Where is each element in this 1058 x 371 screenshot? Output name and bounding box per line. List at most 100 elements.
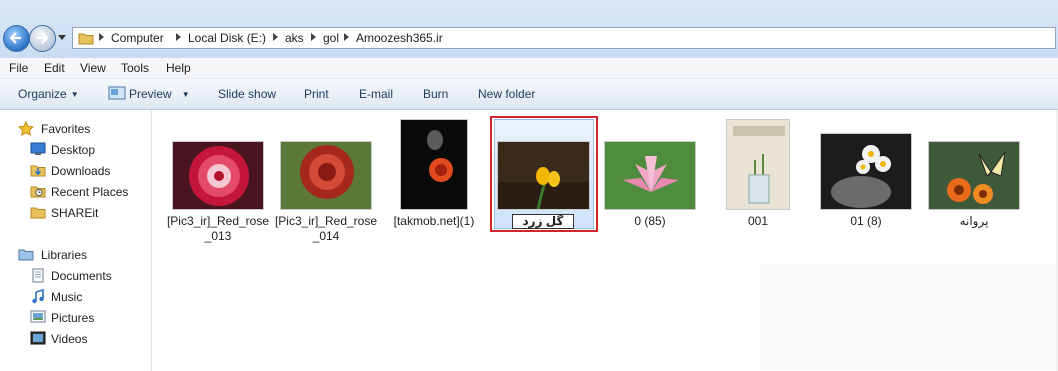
forward-button[interactable] [29, 25, 56, 52]
preview-icon [108, 86, 126, 100]
crumb-gol[interactable]: gol [323, 31, 339, 45]
image-thumbnail [604, 141, 696, 210]
menu-edit[interactable]: Edit [44, 61, 65, 75]
forward-arrow-icon [37, 32, 49, 44]
chevron-right-icon[interactable] [99, 33, 104, 41]
blank-overlay-area [760, 264, 1056, 370]
recent-places-icon [30, 186, 46, 198]
videos-icon [30, 331, 46, 345]
downloads-folder-icon [30, 165, 46, 177]
address-field[interactable]: Computer Local Disk (E:) aks gol Amoozes… [72, 27, 1056, 49]
red-rose-thumbnail-image [173, 142, 263, 209]
back-arrow-icon [9, 32, 21, 44]
red-rose-thumbnail-image [281, 142, 371, 209]
documents-icon [32, 268, 44, 283]
libraries-label: Libraries [41, 248, 88, 262]
file-item[interactable]: [Pic3_ir]_Red_rose_014 [272, 110, 380, 260]
sidebar-item-desktop[interactable]: Desktop [0, 141, 150, 159]
chevron-right-icon[interactable] [273, 33, 278, 41]
new-folder-button[interactable]: New folder [478, 87, 535, 101]
file-name: 01 (8) [850, 214, 882, 228]
sidebar-item-label: Music [51, 290, 83, 304]
sidebar-item-label: Videos [51, 332, 88, 346]
burn-button[interactable]: Burn [423, 87, 448, 101]
address-bar-region: Computer Local Disk (E:) aks gol Amoozes… [0, 0, 1058, 58]
sidebar-item-shareit[interactable]: SHAREit [0, 204, 150, 222]
print-button[interactable]: Print [304, 87, 329, 101]
butterfly-thumbnail-image [929, 142, 1019, 209]
image-thumbnail [820, 133, 912, 210]
image-thumbnail [172, 141, 264, 210]
vase-thumbnail-image [727, 120, 789, 209]
crumb-aks[interactable]: aks [285, 31, 304, 45]
preview-label: Preview [129, 87, 172, 101]
command-bar: Organize ▼ Preview ▼ Slide show Print E-ma… [0, 79, 1058, 110]
slideshow-button[interactable]: Slide show [218, 87, 276, 101]
image-thumbnail [497, 141, 590, 210]
dropdown-arrow-icon: ▼ [181, 90, 190, 99]
music-icon [32, 289, 44, 304]
file-item[interactable]: [Pic3_ir]_Red_rose_013 [164, 110, 272, 260]
sidebar-item-recent-places[interactable]: Recent Places [0, 183, 150, 201]
file-name: [Pic3_ir]_Red_rose_014 [274, 214, 378, 243]
file-name: پروانه [959, 214, 989, 228]
sidebar-item-label: Recent Places [51, 185, 129, 199]
favorites-label: Favorites [41, 122, 91, 136]
dropdown-arrow-icon: ▼ [70, 90, 79, 99]
daisies-thumbnail-image [821, 134, 911, 209]
menu-tools[interactable]: Tools [121, 61, 149, 75]
image-thumbnail [400, 119, 468, 210]
menu-bar: File Edit View Tools Help [0, 58, 1058, 79]
file-name: 001 [747, 214, 769, 228]
file-item-selected[interactable] [490, 110, 598, 260]
preview-button[interactable]: Preview ▼ [129, 87, 190, 101]
libraries-icon [18, 249, 34, 261]
sidebar-item-downloads[interactable]: Downloads [0, 162, 150, 180]
recent-pages-dropdown-icon[interactable] [58, 35, 66, 40]
desktop-icon [30, 142, 46, 155]
rename-input[interactable]: گل زرد [512, 214, 574, 229]
sidebar-item-label: Downloads [51, 164, 111, 178]
yellow-tulip-thumbnail-image [498, 142, 589, 209]
file-name: 0 (85) [634, 214, 666, 228]
sidebar-item-label: Pictures [51, 311, 95, 325]
file-item[interactable]: پروانه [920, 110, 1028, 260]
folder-icon [30, 207, 46, 219]
email-button[interactable]: E-mail [359, 87, 393, 101]
organize-button[interactable]: Organize ▼ [18, 87, 79, 101]
nav-favorites[interactable]: Favorites [0, 120, 150, 138]
file-name: [Pic3_ir]_Red_rose_013 [166, 214, 270, 243]
chevron-right-icon[interactable] [344, 33, 349, 41]
chevron-right-icon[interactable] [311, 33, 316, 41]
back-button[interactable] [3, 25, 30, 52]
sidebar-item-label: SHAREit [51, 206, 99, 220]
file-name: [takmob.net](1) [393, 214, 475, 228]
pictures-icon [30, 310, 46, 323]
folder-icon [78, 33, 94, 45]
menu-help[interactable]: Help [166, 61, 191, 75]
image-thumbnail [280, 141, 372, 210]
dark-rose-thumbnail-image [401, 120, 467, 209]
file-item[interactable]: [takmob.net](1) [380, 110, 488, 260]
star-icon [18, 121, 34, 136]
file-list: [Pic3_ir]_Red_rose_013 [Pic3_ir]_Red_ros… [152, 110, 1058, 371]
crumb-computer[interactable]: Computer [111, 31, 164, 45]
sidebar-item-pictures[interactable]: Pictures [0, 309, 150, 327]
lotus-thumbnail-image [605, 142, 695, 209]
chevron-right-icon[interactable] [176, 33, 181, 41]
crumb-amoozesh[interactable]: Amoozesh365.ir [356, 31, 443, 45]
sidebar-item-label: Desktop [51, 143, 96, 157]
navigation-pane: Favorites Desktop Downloads Recent Place… [0, 110, 152, 371]
nav-libraries[interactable]: Libraries [0, 246, 150, 264]
organize-label: Organize [18, 87, 67, 101]
file-item[interactable]: 01 (8) [812, 110, 920, 260]
menu-file[interactable]: File [9, 61, 28, 75]
sidebar-item-music[interactable]: Music [0, 288, 150, 306]
menu-view[interactable]: View [80, 61, 106, 75]
file-item[interactable]: 001 [704, 110, 812, 260]
file-item[interactable]: 0 (85) [596, 110, 704, 260]
crumb-local-disk[interactable]: Local Disk (E:) [188, 31, 266, 45]
sidebar-item-videos[interactable]: Videos [0, 330, 150, 348]
sidebar-item-label: Documents [51, 269, 112, 283]
sidebar-item-documents[interactable]: Documents [0, 267, 150, 285]
